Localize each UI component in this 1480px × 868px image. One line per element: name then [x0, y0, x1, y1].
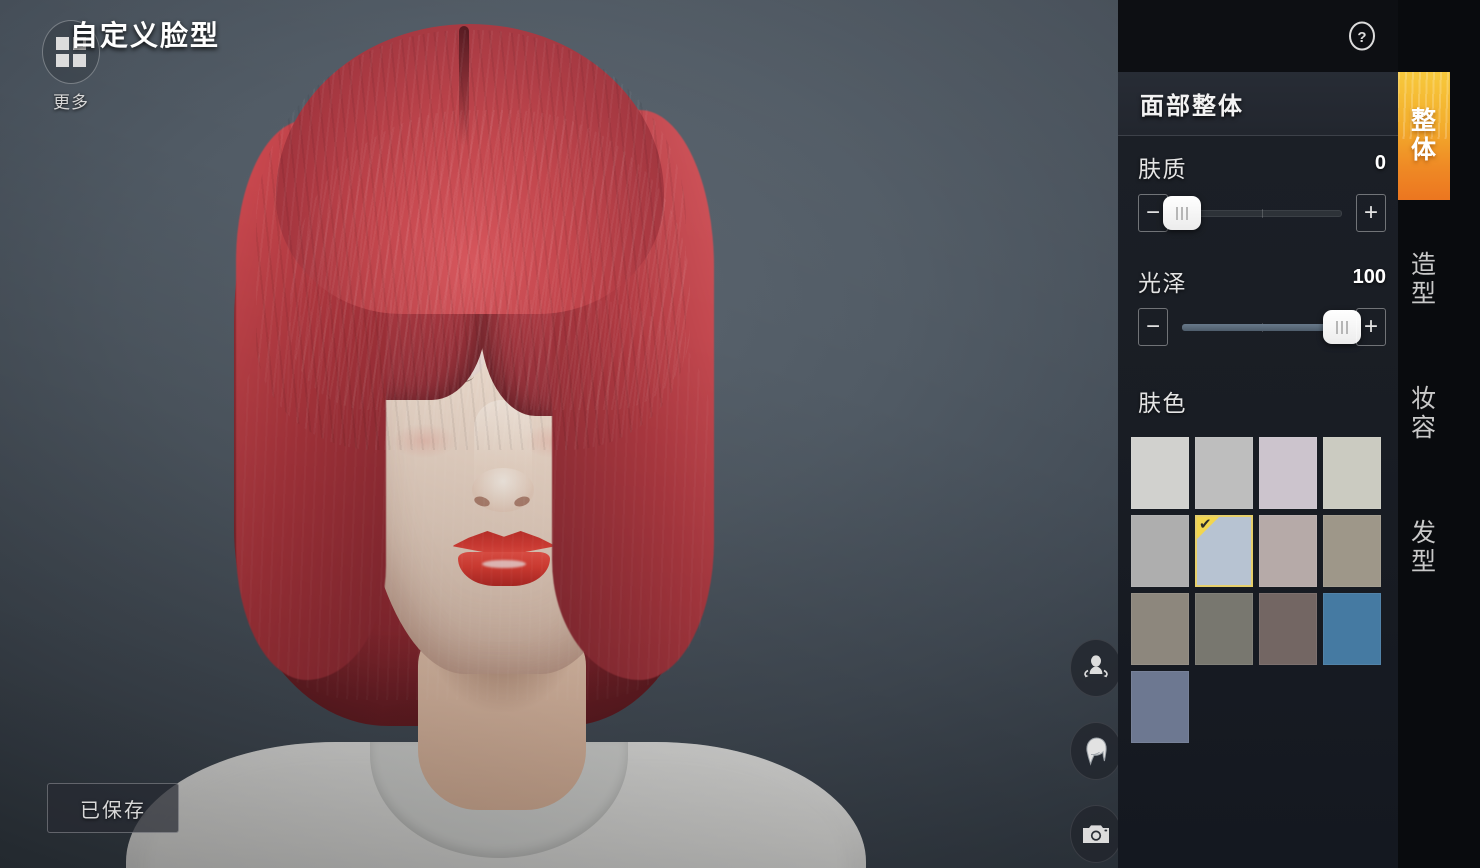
toggle-hair-button[interactable] — [1070, 722, 1122, 780]
question-mark-icon[interactable]: ? — [1346, 20, 1378, 52]
skin-swatch[interactable] — [1259, 593, 1317, 665]
skin-swatch[interactable] — [1259, 437, 1317, 509]
svg-text:?: ? — [1357, 29, 1366, 46]
check-icon: ✔ — [1199, 516, 1212, 533]
slider-value: 0 — [1374, 152, 1386, 174]
slider-track-area[interactable] — [1182, 306, 1361, 348]
camera-icon — [1083, 825, 1109, 843]
tab-label-char: 型 — [1410, 548, 1437, 576]
skin-swatch[interactable] — [1131, 671, 1189, 743]
tab-label-char: 造 — [1410, 250, 1437, 279]
grid-cell — [73, 54, 86, 67]
tab-makeup[interactable]: 妆容 — [1398, 362, 1450, 466]
slider-header: 光泽 100 — [1138, 264, 1386, 296]
increment-button[interactable]: + — [1356, 308, 1386, 346]
slider-value: 100 — [1352, 266, 1386, 288]
skin-color-label: 肤色 — [1138, 390, 1187, 416]
character-3d-viewport[interactable] — [0, 0, 1118, 868]
skin-swatch[interactable] — [1323, 593, 1381, 665]
saved-button[interactable]: 已保存 — [47, 783, 179, 833]
character-model[interactable] — [0, 0, 1118, 868]
section-title: 面部整体 — [1140, 93, 1244, 120]
slider-midpoint-tick — [1262, 209, 1263, 218]
tab-hairstyle[interactable]: 发型 — [1398, 496, 1450, 600]
skin-swatch[interactable] — [1259, 515, 1317, 587]
slider-gloss: 光泽 100 − + — [1138, 264, 1386, 348]
grid-cell — [56, 37, 69, 50]
skin-swatch[interactable] — [1131, 593, 1189, 665]
skin-swatch[interactable] — [1195, 437, 1253, 509]
slider-row: − + — [1138, 306, 1386, 348]
slider-header: 肤质 0 — [1138, 150, 1386, 182]
skin-swatch[interactable] — [1131, 515, 1189, 587]
increment-button[interactable]: + — [1356, 194, 1386, 232]
tab-label-char: 发 — [1410, 518, 1437, 547]
decrement-button[interactable]: − — [1138, 308, 1168, 346]
skin-swatch[interactable] — [1195, 593, 1253, 665]
category-tab-rail: 整体造型妆容发型 — [1398, 0, 1480, 868]
skin-swatch[interactable] — [1131, 437, 1189, 509]
skin-swatch-selected[interactable]: ✔ — [1195, 515, 1253, 587]
tab-label-char: 整 — [1410, 106, 1437, 135]
slider-thumb[interactable] — [1163, 196, 1201, 230]
slider-label: 肤质 — [1138, 156, 1187, 182]
skin-swatch[interactable] — [1323, 515, 1381, 587]
skin-swatch[interactable] — [1323, 437, 1381, 509]
character-creator-screen: 更多 已保存 自定义脸型 ? 面部整体 肤质 0 − + 光泽 100 − + … — [0, 0, 1480, 868]
tab-label-char: 容 — [1410, 414, 1437, 442]
tab-overall[interactable]: 整体 — [1398, 72, 1450, 200]
rotate-character-button[interactable] — [1070, 639, 1122, 697]
slider-track-area[interactable] — [1163, 192, 1342, 234]
hair-texture-lower — [240, 300, 710, 700]
hair-icon — [1086, 737, 1107, 766]
slider-label: 光泽 — [1138, 270, 1187, 296]
tab-label-char: 妆 — [1410, 384, 1437, 413]
skin-color-swatch-grid: ✔ — [1131, 437, 1387, 743]
slider-skin-texture: 肤质 0 − + — [1138, 150, 1386, 234]
slider-fill — [1182, 324, 1342, 331]
tab-style[interactable]: 造型 — [1398, 228, 1450, 332]
page-title: 自定义脸型 — [70, 20, 221, 51]
tab-label-char: 型 — [1410, 280, 1437, 308]
screenshot-button[interactable] — [1070, 805, 1122, 863]
tab-label-char: 体 — [1410, 136, 1437, 164]
slider-row: − + — [1138, 192, 1386, 234]
more-button-label: 更多 — [53, 93, 89, 112]
grid-cell — [56, 54, 69, 67]
rotate-bust-icon — [1084, 655, 1108, 678]
